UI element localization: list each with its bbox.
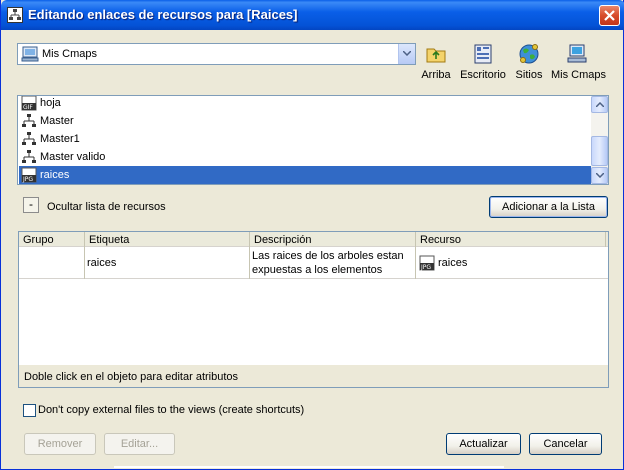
list-item[interactable]: Master valido xyxy=(19,148,593,166)
resource-list[interactable]: GIF hoja Master Master1 Master valido JP… xyxy=(17,95,609,185)
dont-copy-label: Don't copy external files to the views (… xyxy=(38,404,305,416)
column-header[interactable]: Etiqueta xyxy=(85,232,250,247)
list-item[interactable]: Master1 xyxy=(19,130,593,148)
app-icon xyxy=(7,7,23,23)
list-item-selected[interactable]: JPG raices xyxy=(19,166,593,184)
list-item-label: hoja xyxy=(40,97,61,109)
table-hint: Doble click en el objeto para editar atr… xyxy=(19,365,608,387)
cancel-button[interactable]: Cancelar xyxy=(529,433,602,455)
my-cmaps-button[interactable]: Mis Cmaps xyxy=(551,42,607,81)
title-bar[interactable]: Editando enlaces de recursos para [Raice… xyxy=(1,0,624,30)
svg-text:GIF: GIF xyxy=(23,104,33,111)
computer-icon xyxy=(565,42,589,66)
up-label: Arriba xyxy=(421,69,451,81)
hide-list-label: Ocultar lista de recursos xyxy=(47,201,166,213)
my-cmaps-label: Mis Cmaps xyxy=(551,69,607,81)
scroll-thumb[interactable] xyxy=(591,136,608,166)
scroll-up-button[interactable] xyxy=(591,96,608,113)
chevron-down-icon xyxy=(595,173,604,178)
svg-text:JPG: JPG xyxy=(22,176,33,183)
add-to-list-button[interactable]: Adicionar a la Lista xyxy=(489,196,608,218)
window-title: Editando enlaces de recursos para [Raice… xyxy=(28,7,298,22)
list-item-label: Master xyxy=(40,115,74,127)
hide-list-toggle[interactable]: - xyxy=(23,197,39,213)
cell-descripcion: Las raices de los arboles estan expuesta… xyxy=(250,247,416,279)
update-button[interactable]: Actualizar xyxy=(446,433,521,455)
list-item[interactable]: Master xyxy=(19,112,593,130)
chevron-up-icon xyxy=(595,102,604,107)
location-value: Mis Cmaps xyxy=(42,48,98,60)
remove-button[interactable]: Remover xyxy=(24,433,96,455)
chevron-down-icon xyxy=(403,51,411,56)
up-button[interactable]: Arriba xyxy=(421,42,451,81)
jpg-file-icon: JPG xyxy=(21,167,37,184)
svg-text:JPG: JPG xyxy=(420,264,431,271)
desktop-button[interactable]: Escritorio xyxy=(459,42,507,81)
edit-button[interactable]: Editar... xyxy=(104,433,175,455)
resource-name: raices xyxy=(438,257,468,269)
globe-icon xyxy=(517,42,541,66)
description-line: expuestas a los elementos xyxy=(252,264,383,276)
folder-up-icon xyxy=(424,42,448,66)
desktop-icon xyxy=(471,42,495,66)
description-line: Las raices de los arboles estan xyxy=(252,250,404,262)
close-button[interactable] xyxy=(599,5,620,26)
column-header[interactable]: Recurso xyxy=(416,232,606,247)
column-header[interactable]: Descripción xyxy=(250,232,416,247)
desktop-label: Escritorio xyxy=(460,69,506,81)
dont-copy-checkbox[interactable] xyxy=(23,404,36,417)
list-item-label: Master valido xyxy=(40,151,106,163)
sites-button[interactable]: Sitios xyxy=(513,42,545,81)
list-item-label: Master1 xyxy=(40,133,80,145)
location-dropdown[interactable]: Mis Cmaps xyxy=(17,43,416,65)
dropdown-arrow[interactable] xyxy=(398,44,415,64)
table-header: Grupo Etiqueta Descripción Recurso xyxy=(19,232,608,247)
dialog-window: Editando enlaces de recursos para [Raice… xyxy=(0,0,624,470)
vertical-scrollbar[interactable] xyxy=(591,96,608,184)
list-item-label: raices xyxy=(40,169,70,181)
cell-etiqueta: raices xyxy=(85,247,250,279)
sites-label: Sitios xyxy=(515,69,543,81)
my-cmaps-icon xyxy=(21,46,39,65)
cell-recurso: JPG raices xyxy=(416,247,608,279)
resource-table[interactable]: Grupo Etiqueta Descripción Recurso raice… xyxy=(18,231,609,388)
cell-grupo xyxy=(19,247,85,279)
divider xyxy=(114,466,504,468)
column-header[interactable]: Grupo xyxy=(19,232,85,247)
scroll-down-button[interactable] xyxy=(591,167,608,184)
jpg-file-icon: JPG xyxy=(419,255,435,274)
close-icon xyxy=(604,10,615,21)
table-row[interactable]: raices Las raices de los arboles estan e… xyxy=(19,247,608,279)
list-item[interactable]: GIF hoja xyxy=(19,96,593,112)
